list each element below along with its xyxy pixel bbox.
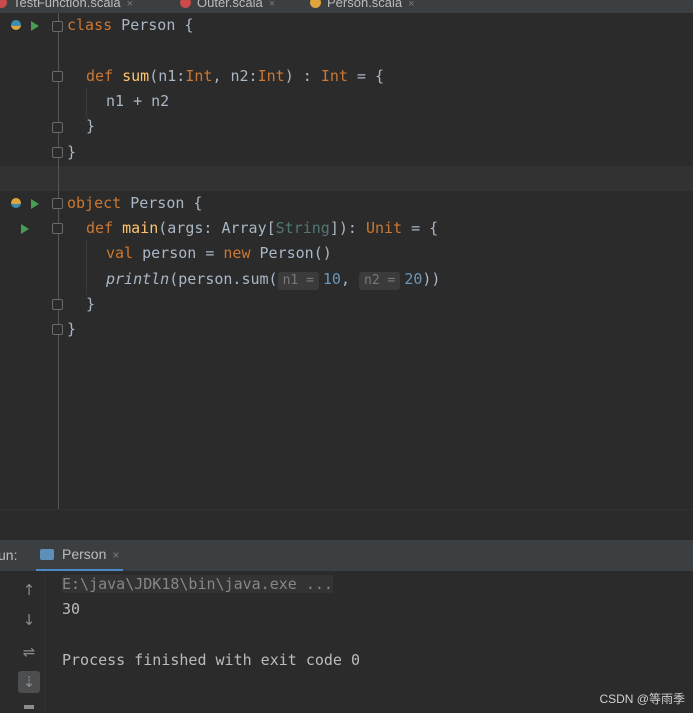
run-tool-window-header: un: Person × (0, 539, 693, 572)
scroll-down-icon[interactable]: ↓ (18, 609, 40, 631)
code-line-3: n1 + n2 (106, 92, 170, 110)
parameter-hint: n2 = (359, 272, 401, 290)
run-icon[interactable] (31, 21, 39, 31)
code-line-9: println(person.sum(n1 = 10, n2 = 20)) (106, 270, 441, 290)
scroll-up-icon[interactable]: ↑ (18, 579, 40, 601)
tab-person[interactable]: Person.scala × (306, 0, 419, 13)
scala-file-icon (0, 0, 7, 8)
fold-marker[interactable] (52, 324, 63, 335)
editor-tab-bar: TestFunction.scala × Outer.scala × Person.… (0, 0, 693, 13)
soft-wrap-icon[interactable]: ⇌ (18, 641, 40, 663)
scroll-to-end-icon[interactable]: ⇣ (18, 671, 40, 693)
watermark: CSDN @等雨季 (599, 692, 685, 706)
console-tab-icon (40, 549, 54, 560)
tab-label: TestFunction.scala (13, 0, 121, 10)
current-line-highlight (0, 166, 693, 191)
indent-guide (86, 240, 87, 295)
fold-marker[interactable] (52, 147, 63, 158)
console-toolbar: ↑ ↓ ⇌ ⇣ (0, 571, 45, 713)
code-line-1: class Person { (67, 16, 194, 34)
gutter-separator (58, 13, 59, 509)
close-icon[interactable]: × (408, 0, 414, 10)
pin-icon[interactable] (24, 705, 34, 709)
run-label: un: (0, 547, 18, 563)
code-line-11: } (67, 320, 77, 338)
fold-marker[interactable] (52, 21, 63, 32)
fold-marker[interactable] (52, 223, 63, 234)
code-line-8: val person = new Person() (106, 244, 332, 262)
fold-marker[interactable] (52, 299, 63, 310)
console-output-line: 30 (62, 600, 81, 618)
run-tab-person[interactable]: Person × (36, 540, 124, 572)
code-line-10: } (86, 295, 96, 313)
close-icon[interactable]: × (112, 548, 119, 562)
panel-divider[interactable] (0, 509, 693, 540)
fold-marker[interactable] (52, 71, 63, 82)
code-line-5: } (67, 143, 77, 161)
close-icon[interactable]: × (269, 0, 275, 10)
run-icon[interactable] (31, 199, 39, 209)
code-line-4: } (86, 117, 96, 135)
code-line-7: def main(args: Array[String]): Unit = { (86, 219, 439, 237)
object-companion-icon[interactable] (11, 198, 21, 208)
console-exit-line: Process finished with exit code 0 (62, 651, 361, 669)
code-line-2: def sum(n1:Int, n2:Int) : Int = { (86, 67, 385, 85)
tab-testfunction[interactable]: TestFunction.scala × (0, 0, 133, 13)
tab-outer[interactable]: Outer.scala × (180, 0, 275, 13)
scala-object-icon (310, 0, 321, 8)
console-command-line: E:\java\JDK18\bin\java.exe ... (62, 575, 333, 593)
scala-file-icon (180, 0, 191, 8)
parameter-hint: n1 = (277, 272, 319, 290)
tab-label: Outer.scala (197, 0, 263, 10)
fold-marker[interactable] (52, 122, 63, 133)
run-main-icon[interactable] (21, 224, 29, 234)
run-tab-label: Person (62, 546, 107, 562)
fold-marker[interactable] (52, 198, 63, 209)
tab-label: Person.scala (327, 0, 403, 10)
code-line-6: object Person { (67, 194, 203, 212)
class-companion-icon[interactable] (11, 20, 21, 30)
close-icon[interactable]: × (127, 0, 133, 10)
